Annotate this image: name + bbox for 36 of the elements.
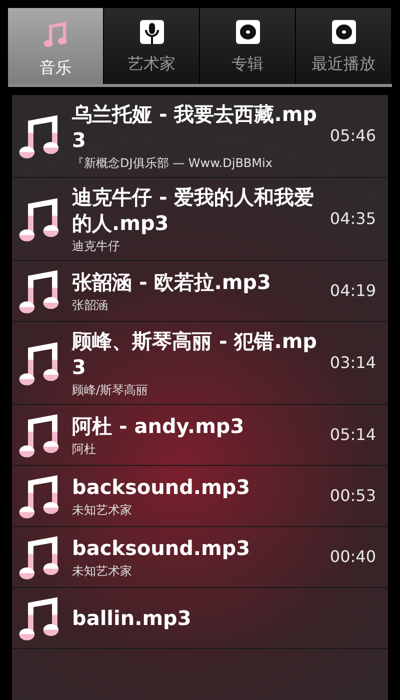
tab[interactable]: 专辑 bbox=[200, 8, 296, 84]
song-row[interactable]: 阿杜 - andy.mp3 阿杜 05:14 bbox=[12, 405, 388, 466]
song-title: backsound.mp3 bbox=[72, 535, 252, 561]
song-duration: 00:53 bbox=[330, 485, 376, 507]
song-title: 顾峰、斯琴高丽 - 犯错.mp3 bbox=[72, 328, 318, 380]
song-artist: 顾峰/斯琴高丽 bbox=[72, 382, 150, 398]
song-title: backsound.mp3 bbox=[72, 474, 252, 500]
song-artist: 未知艺术家 bbox=[72, 502, 133, 518]
song-duration: 05:14 bbox=[330, 424, 376, 446]
song-duration: 05:46 bbox=[330, 125, 376, 147]
song-duration: 00:40 bbox=[330, 546, 376, 568]
microphone-icon bbox=[140, 20, 164, 44]
song-artist: 未知艺术家 bbox=[72, 563, 133, 579]
song-row[interactable]: backsound.mp3 未知艺术家 00:40 bbox=[12, 527, 388, 588]
song-title: 迪克牛仔 - 爱我的人和我爱的人.mp3 bbox=[72, 184, 316, 236]
music-note-icon bbox=[42, 20, 70, 48]
tab[interactable]: 艺术家 bbox=[104, 8, 200, 84]
song-title: 阿杜 - andy.mp3 bbox=[72, 413, 246, 439]
tab[interactable]: 音乐 bbox=[8, 8, 104, 84]
song-title: 乌兰托娅 - 我要去西藏.mp3 bbox=[72, 101, 318, 153]
song-artist: 『新概念DJ俱乐部 — Www.DjBBMix bbox=[72, 155, 274, 171]
song-row[interactable]: ballin.mp3 bbox=[12, 588, 388, 649]
song-title: ballin.mp3 bbox=[72, 605, 192, 631]
song-row[interactable]: 乌兰托娅 - 我要去西藏.mp3 『新概念DJ俱乐部 — Www.DjBBMix 05:46 bbox=[12, 95, 388, 178]
song-row[interactable]: 张韶涵 - 欧若拉.mp3 张韶涵 04:19 bbox=[12, 261, 388, 322]
song-artist: 阿杜 bbox=[72, 441, 97, 457]
tab[interactable]: 最近播放 bbox=[296, 8, 392, 84]
song-artist: 张韶涵 bbox=[72, 297, 109, 313]
song-row[interactable]: 顾峰、斯琴高丽 - 犯错.mp3 顾峰/斯琴高丽 03:14 bbox=[12, 322, 388, 405]
song-row[interactable]: backsound.mp3 未知艺术家 00:53 bbox=[12, 466, 388, 527]
song-duration: 04:19 bbox=[330, 280, 376, 302]
song-duration: 03:14 bbox=[330, 352, 376, 374]
song-duration: 04:35 bbox=[330, 208, 376, 230]
song-title: 张韶涵 - 欧若拉.mp3 bbox=[72, 269, 272, 295]
song-artist: 迪克牛仔 bbox=[72, 238, 121, 254]
song-row[interactable]: 迪克牛仔 - 爱我的人和我爱的人.mp3 迪克牛仔 04:35 bbox=[12, 178, 388, 261]
